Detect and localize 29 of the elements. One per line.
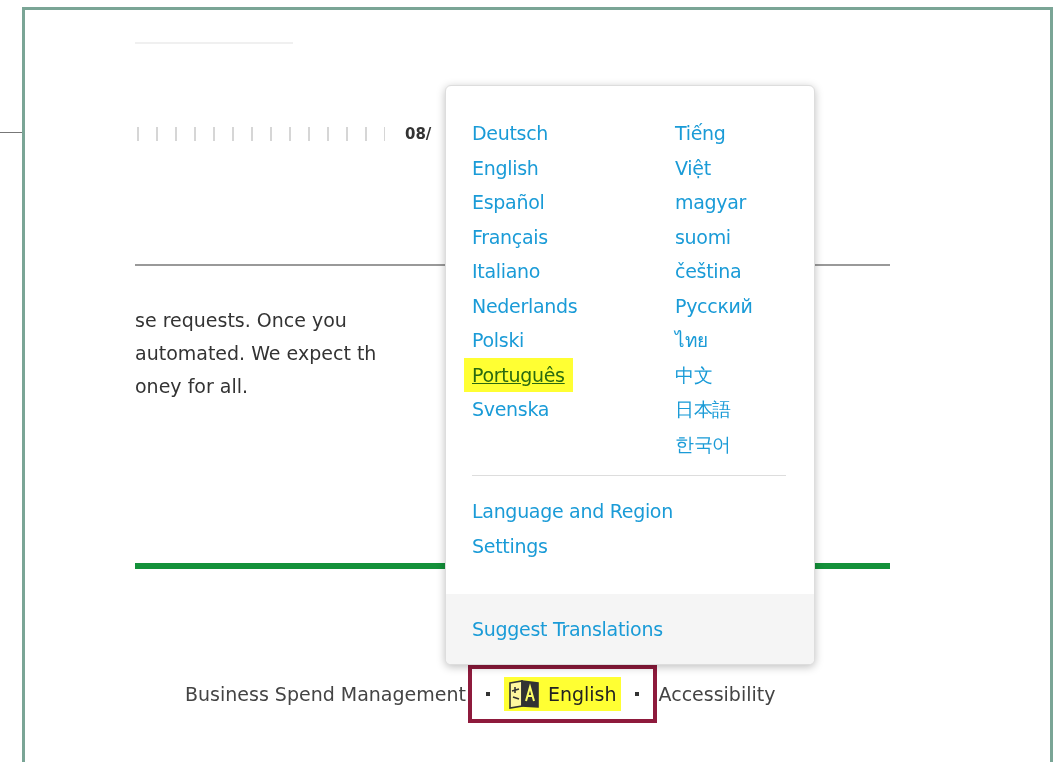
bullet-separator [485, 692, 490, 696]
language-option[interactable]: 日本語 [675, 392, 732, 427]
language-option[interactable]: Polski [472, 323, 525, 358]
language-option[interactable]: Français [472, 219, 548, 254]
language-option[interactable]: Português [464, 357, 573, 392]
settings-link[interactable]: Language and Region Settings [472, 494, 732, 564]
language-option[interactable]: 中文 [675, 357, 713, 392]
footer-link[interactable]: Accessibility [658, 683, 776, 705]
paragraph-line: se requests. Once you [135, 308, 347, 333]
paragraph-line: oney for all. [135, 374, 249, 399]
language-option[interactable]: čeština [675, 254, 742, 289]
language-option[interactable]: suomi [675, 219, 731, 254]
suggest-link[interactable]: Suggest Translations [472, 618, 663, 640]
footer-link[interactable]: Business Spend Management [185, 683, 466, 705]
language-option[interactable]: Español [472, 185, 545, 220]
language-option[interactable]: Nederlands [472, 288, 578, 323]
language-option[interactable]: Svenska [472, 392, 550, 427]
language-option[interactable]: Русский [675, 288, 753, 323]
date-text: 08/ [405, 125, 432, 143]
bullet-separator [634, 692, 639, 696]
language-option[interactable]: ไทย [675, 323, 709, 358]
paragraph-line: automated. We expect th [135, 341, 377, 366]
language-option[interactable]: magyar [675, 185, 747, 220]
language-option[interactable]: Deutsch [472, 116, 549, 151]
language-option[interactable]: Italiano [472, 254, 541, 289]
language-option[interactable]: English [472, 150, 539, 185]
language-link[interactable]: English [503, 677, 621, 711]
language-icon [507, 679, 540, 709]
language-option[interactable]: 한국어 [675, 426, 732, 461]
